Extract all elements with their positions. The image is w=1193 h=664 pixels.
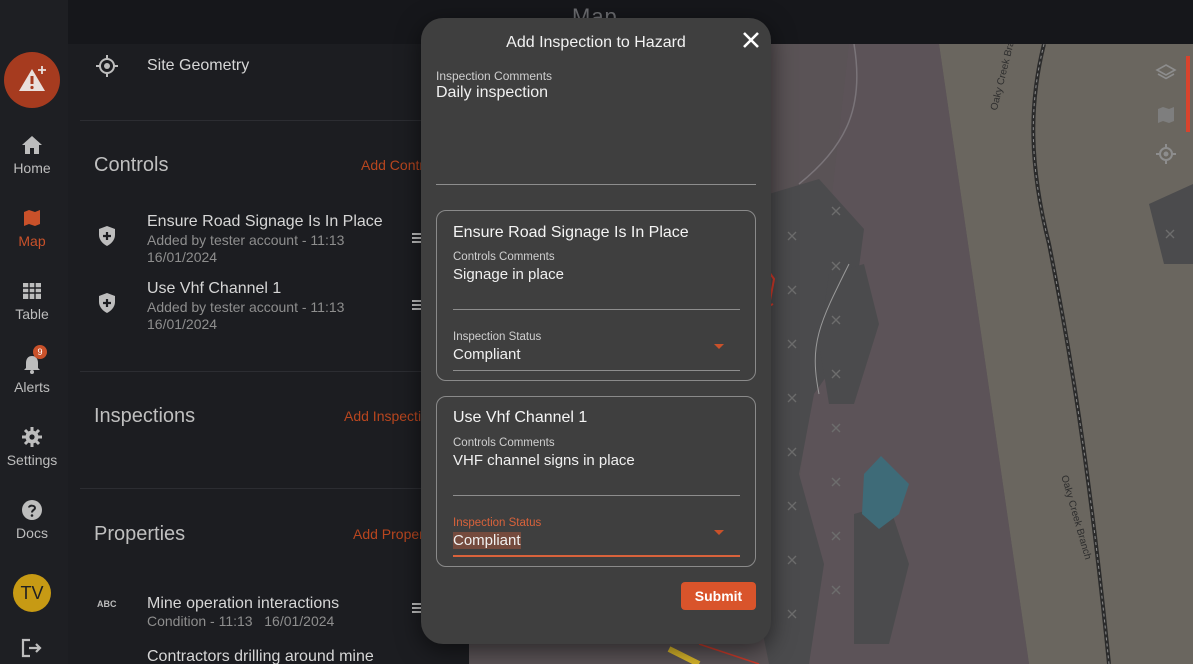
- add-inspection-link[interactable]: Add Inspecti: [344, 408, 421, 424]
- close-icon[interactable]: [739, 28, 763, 52]
- inspection-comments-label: Inspection Comments: [436, 69, 553, 83]
- inspection-comments-input[interactable]: Daily inspection: [436, 84, 548, 102]
- nav-home-label: Home: [13, 160, 51, 176]
- map-red-edge: [1186, 56, 1190, 132]
- control-item-date: 16/01/2024: [147, 316, 218, 332]
- nav-settings-label: Settings: [6, 452, 58, 468]
- inspection-status-select[interactable]: Compliant: [453, 532, 521, 549]
- chevron-down-icon[interactable]: [714, 530, 724, 535]
- nav-docs-label: Docs: [16, 525, 48, 541]
- submit-button[interactable]: Submit: [681, 582, 756, 610]
- divider: [80, 371, 469, 372]
- nav-docs[interactable]: Docs: [0, 499, 64, 541]
- add-control-link[interactable]: Add Contr: [361, 157, 424, 173]
- controls-comments-label: Controls Comments: [453, 437, 555, 449]
- add-inspection-dialog: Add Inspection to Hazard Inspection Comm…: [421, 18, 771, 644]
- property-item-meta: Condition - 11:13 16/01/2024: [147, 613, 335, 629]
- nav-settings[interactable]: Settings: [0, 426, 64, 468]
- property-item-title[interactable]: Mine operation interactions: [147, 595, 339, 613]
- controls-comments-underline: [453, 309, 740, 310]
- control-card: Use Vhf Channel 1 Controls Comments VHF …: [436, 396, 756, 567]
- locate-icon[interactable]: [1155, 143, 1177, 165]
- nav-map-label: Map: [18, 233, 46, 249]
- control-card: Ensure Road Signage Is In Place Controls…: [436, 210, 756, 381]
- dialog-title: Add Inspection to Hazard: [506, 34, 686, 51]
- hazard-details-panel: Site Geometry Controls Add Contr Ensure …: [68, 44, 469, 664]
- inspection-status-label: Inspection Status: [453, 517, 542, 529]
- control-item-meta: Added by tester account - 11:13: [147, 232, 345, 248]
- control-item-title[interactable]: Use Vhf Channel 1: [147, 280, 281, 298]
- gear-icon: [0, 426, 64, 448]
- control-item-title[interactable]: Ensure Road Signage Is In Place: [147, 213, 383, 231]
- shield-icon: [97, 292, 117, 319]
- control-item-meta: Added by tester account - 11:13: [147, 299, 345, 315]
- map-icon: [0, 207, 64, 229]
- inspection-comments-underline: [436, 184, 756, 185]
- bell-icon: [0, 353, 64, 375]
- table-icon: [0, 280, 64, 302]
- controls-comments-underline: [453, 495, 740, 496]
- crosshair-icon: [95, 54, 119, 83]
- nav-alerts-label: Alerts: [14, 379, 50, 395]
- property-item-title[interactable]: Contractors drilling around mine: [147, 648, 374, 664]
- alerts-badge: 9: [33, 345, 47, 359]
- controls-comments-label: Controls Comments: [453, 251, 555, 263]
- controls-comments-input[interactable]: Signage in place: [453, 266, 564, 283]
- divider: [80, 488, 469, 489]
- home-icon: [0, 134, 64, 156]
- add-hazard-button[interactable]: [4, 52, 60, 108]
- left-nav: Home Map Table 9 Alerts Settings Docs TV: [0, 0, 68, 664]
- inspection-status-select[interactable]: Compliant: [453, 346, 521, 363]
- controls-heading: Controls: [94, 154, 169, 176]
- layers-icon[interactable]: [1155, 62, 1177, 84]
- properties-heading: Properties: [94, 523, 186, 545]
- site-geometry-label[interactable]: Site Geometry: [147, 57, 249, 75]
- warning-icon: [19, 66, 46, 91]
- chevron-down-icon[interactable]: [714, 344, 724, 349]
- inspections-heading: Inspections: [94, 405, 196, 427]
- help-icon: [0, 499, 64, 521]
- logout-icon[interactable]: [21, 638, 43, 663]
- add-property-link[interactable]: Add Proper: [353, 526, 424, 542]
- text-type-icon: ABC: [97, 599, 117, 609]
- shield-icon: [97, 225, 117, 252]
- avatar[interactable]: TV: [13, 574, 51, 612]
- nav-alerts[interactable]: 9 Alerts: [0, 345, 64, 395]
- inspection-status-label: Inspection Status: [453, 331, 542, 343]
- map-icon[interactable]: [1155, 104, 1177, 126]
- inspection-status-underline: [453, 370, 740, 371]
- divider: [80, 120, 469, 121]
- control-card-title: Use Vhf Channel 1: [453, 409, 588, 426]
- nav-map[interactable]: Map: [0, 207, 64, 249]
- nav-table-label: Table: [15, 306, 49, 322]
- nav-table[interactable]: Table: [0, 280, 64, 322]
- control-card-title: Ensure Road Signage Is In Place: [453, 224, 689, 241]
- nav-home[interactable]: Home: [0, 134, 64, 176]
- inspection-status-underline: [453, 555, 740, 557]
- control-item-date: 16/01/2024: [147, 249, 218, 265]
- controls-comments-input[interactable]: VHF channel signs in place: [453, 452, 635, 469]
